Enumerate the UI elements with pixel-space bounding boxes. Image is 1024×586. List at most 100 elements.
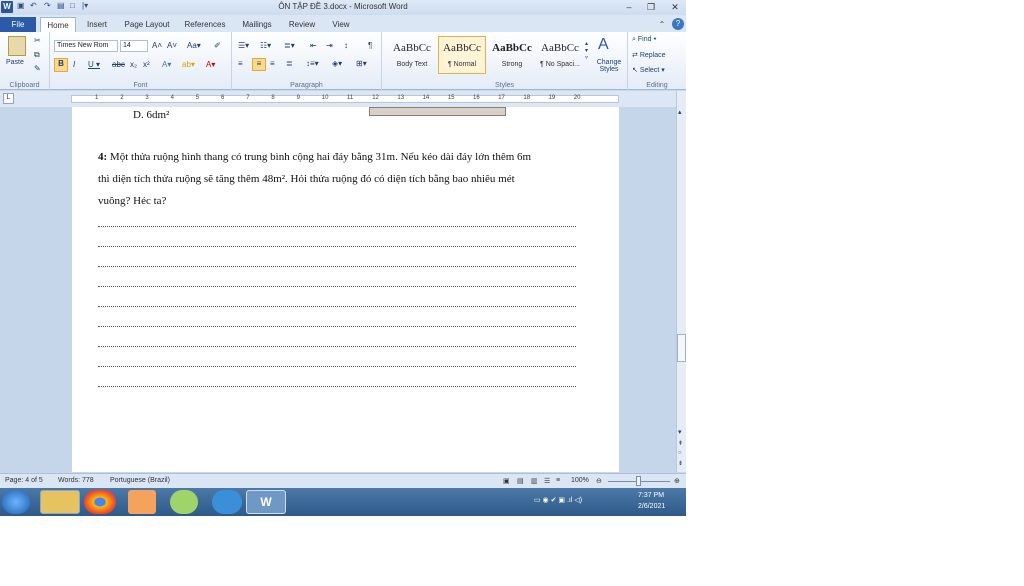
cut-icon[interactable]: ✂ [34, 36, 41, 45]
style-preview: AaBbCc [492, 42, 532, 54]
file-explorer-icon[interactable] [40, 490, 80, 514]
answer-line [98, 386, 576, 387]
align-center-icon[interactable]: ≡ [252, 58, 266, 71]
word-count[interactable]: Words: 778 [58, 477, 94, 484]
decrease-indent-icon[interactable]: ⇤ [310, 41, 317, 50]
superscript-button[interactable]: x² [143, 60, 150, 69]
increase-indent-icon[interactable]: ⇥ [326, 41, 333, 50]
image-fragment [369, 107, 506, 116]
ruler-number: 18 [523, 95, 531, 101]
zoom-slider-thumb[interactable] [636, 476, 641, 486]
replace-button[interactable]: ⇄ Replace [632, 51, 666, 59]
tab-view[interactable]: View [326, 17, 356, 32]
language[interactable]: Portuguese (Brazil) [110, 477, 170, 484]
draft-icon[interactable]: ≡ [556, 477, 560, 484]
tab-insert[interactable]: Insert [80, 17, 114, 32]
shrink-font-icon[interactable]: A˅ [167, 41, 177, 50]
highlight-icon[interactable]: ab▾ [182, 60, 195, 69]
tab-selector-icon[interactable]: L [3, 93, 14, 104]
chrome-icon[interactable] [84, 490, 116, 514]
ruler-number: 7 [246, 95, 250, 101]
style-strong[interactable]: AaBbCc Strong [488, 36, 536, 74]
styles-scroll-icon[interactable]: ▴ ▾ ▿ [585, 40, 588, 61]
tab-home[interactable]: Home [40, 17, 76, 32]
bullets-icon[interactable]: ☰▾ [238, 41, 249, 50]
tab-review[interactable]: Review [284, 17, 320, 32]
style-no-spacing[interactable]: AaBbCc ¶ No Spaci... [536, 36, 584, 74]
next-page-icon[interactable]: ⇟ [678, 460, 683, 467]
sort-icon[interactable]: ↕ [344, 41, 348, 50]
line-spacing-icon[interactable]: ↕≡▾ [306, 59, 319, 68]
clock-date[interactable]: 2/6/2021 [638, 503, 665, 510]
text-effects-icon[interactable]: A▾ [162, 60, 171, 69]
paragraph-label: Paragraph [290, 82, 323, 89]
word-taskbar-icon[interactable]: W [246, 490, 286, 514]
font-name-combo[interactable]: Times New Rom [54, 40, 118, 52]
zoom-level[interactable]: 100% [571, 477, 589, 484]
document-page[interactable]: D. 6dm² 4: Một thửa ruộng hình thang có … [72, 107, 619, 472]
tab-references[interactable]: References [180, 17, 230, 32]
answer-line [98, 306, 576, 307]
print-layout-icon[interactable]: ▣ [503, 477, 510, 485]
tab-page-layout[interactable]: Page Layout [118, 17, 176, 32]
horizontal-ruler[interactable]: L 1234567891011121314151617181920 ⊟ [0, 91, 686, 107]
zoom-out-icon[interactable]: ⊖ [596, 477, 602, 485]
change-styles-icon[interactable]: A [598, 36, 609, 54]
font-size-combo[interactable]: 14 [120, 40, 148, 52]
multilevel-list-icon[interactable]: ≣▾ [284, 41, 295, 50]
browse-object-icon[interactable]: ○ [678, 450, 682, 456]
numbering-icon[interactable]: ☷▾ [260, 41, 271, 50]
find-button[interactable]: ⌕ Find ▾ [632, 36, 656, 44]
underline-button[interactable]: U ▾ [88, 60, 100, 69]
media-player-icon[interactable] [128, 490, 156, 514]
strikethrough-button[interactable]: abc [112, 60, 125, 69]
vertical-scrollbar[interactable]: ▴ ▾ ⇞ ○ ⇟ [676, 91, 686, 472]
align-left-icon[interactable]: ≡ [238, 59, 243, 68]
scroll-thumb[interactable] [677, 334, 686, 362]
minimize-button[interactable]: – [620, 1, 638, 13]
internet-explorer-icon[interactable] [212, 490, 242, 514]
style-normal[interactable]: AaBbCc ¶ Normal [438, 36, 486, 74]
paste-icon[interactable] [8, 36, 26, 56]
ruler-number: 9 [296, 95, 300, 101]
ruler-number: 14 [422, 95, 430, 101]
bold-button[interactable]: B [54, 58, 68, 72]
full-screen-reading-icon[interactable]: ▤ [517, 477, 524, 485]
start-button[interactable] [2, 490, 30, 514]
help-icon[interactable]: ? [672, 18, 684, 30]
scroll-down-icon[interactable]: ▾ [678, 428, 682, 436]
tab-mailings[interactable]: Mailings [236, 17, 278, 32]
select-button[interactable]: ↖ Select ▾ [632, 66, 665, 74]
tray-icons[interactable]: ▭ ◉ ✔ ▣ .ıl ◁) [534, 496, 582, 504]
borders-icon[interactable]: ⊞▾ [356, 59, 367, 68]
web-layout-icon[interactable]: ▥ [531, 477, 538, 485]
app-icon[interactable] [170, 490, 198, 514]
clear-formatting-icon[interactable]: ✐ [214, 41, 221, 50]
grow-font-icon[interactable]: A˄ [152, 41, 162, 50]
change-case-icon[interactable]: Aa▾ [187, 41, 201, 50]
subscript-button[interactable]: x₂ [130, 60, 137, 69]
page-count[interactable]: Page: 4 of 5 [5, 477, 43, 484]
zoom-in-icon[interactable]: ⊕ [674, 477, 680, 485]
copy-icon[interactable]: ⧉ [34, 50, 40, 60]
paste-button[interactable]: Paste [6, 59, 24, 66]
justify-icon[interactable]: ≣ [286, 59, 293, 68]
tab-file[interactable]: File [0, 17, 36, 32]
outline-icon[interactable]: ☰ [544, 477, 550, 485]
close-button[interactable]: ✕ [666, 1, 684, 13]
show-formatting-icon[interactable]: ¶ [368, 41, 372, 50]
style-body-text[interactable]: AaBbCc Body Text [388, 36, 436, 74]
italic-button[interactable]: I [73, 60, 75, 69]
maximize-button[interactable]: ❐ [642, 1, 660, 13]
minimize-ribbon-icon[interactable]: ⌃ [656, 17, 668, 32]
question-line-3: vuông? Héc ta? [98, 195, 167, 207]
font-label: Font [133, 82, 148, 89]
shading-icon[interactable]: ◈▾ [332, 59, 342, 68]
align-right-icon[interactable]: ≡ [270, 59, 275, 68]
format-painter-icon[interactable]: ✎ [34, 64, 41, 73]
previous-page-icon[interactable]: ⇞ [678, 440, 683, 447]
change-styles-button[interactable]: Change Styles [593, 59, 625, 73]
font-color-icon[interactable]: A▾ [206, 60, 215, 69]
scroll-up-icon[interactable]: ▴ [678, 108, 682, 116]
clock-time[interactable]: 7:37 PM [638, 492, 664, 499]
